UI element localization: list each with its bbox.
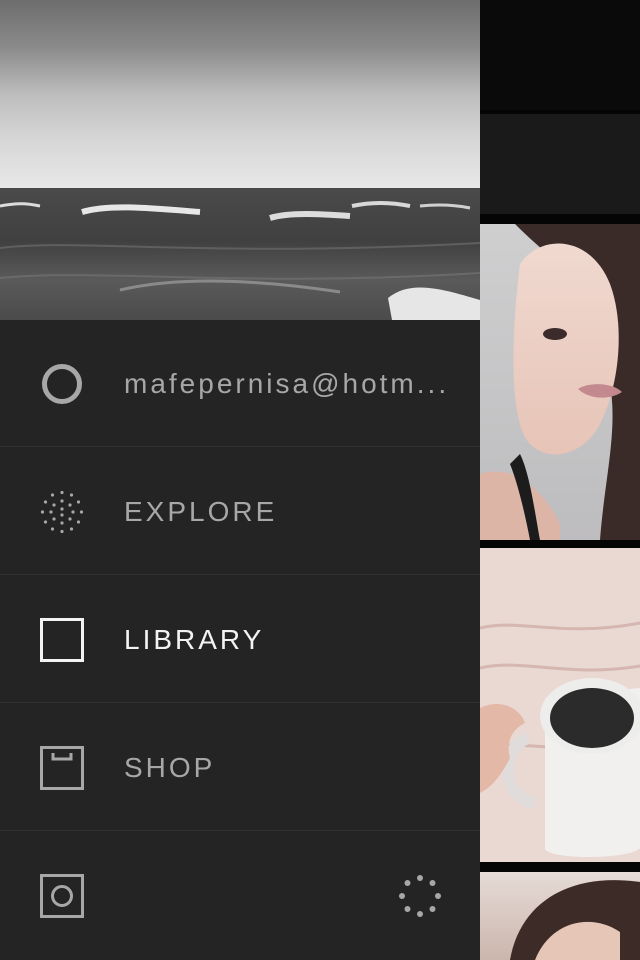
header-sea	[0, 188, 480, 320]
account-circle-icon	[40, 362, 84, 406]
feed-item-dark-2[interactable]	[480, 114, 640, 214]
nav-label-explore: EXPLORE	[124, 496, 278, 527]
account-email: mafepernisa@hotm...	[124, 368, 450, 399]
nav-item-library[interactable]: LIBRARY	[0, 576, 480, 703]
nav-item-explore[interactable]: EXPLORE	[0, 448, 480, 575]
photo-feed[interactable]	[480, 0, 640, 960]
header-sky	[0, 0, 480, 188]
feed-photo-coffee[interactable]	[480, 548, 640, 862]
app: mafepernisa@hotm... EXPLORE LIBRARY SHOP	[0, 0, 640, 960]
feed-photo-portrait-2[interactable]	[480, 872, 640, 960]
camera-icon[interactable]	[40, 874, 84, 918]
feed-photo-portrait[interactable]	[480, 224, 640, 540]
shop-box-icon	[40, 746, 84, 790]
nav-label-shop: SHOP	[124, 752, 216, 783]
nav-item-shop[interactable]: SHOP	[0, 704, 480, 831]
library-square-icon	[40, 618, 84, 662]
profile-header-photo	[0, 0, 480, 320]
loading-spinner-icon	[398, 874, 442, 918]
drawer-bottom-bar	[0, 832, 480, 960]
account-row[interactable]: mafepernisa@hotm...	[0, 320, 480, 447]
nav-label-library: LIBRARY	[124, 624, 265, 655]
feed-item-dark[interactable]	[480, 0, 640, 110]
side-drawer: mafepernisa@hotm... EXPLORE LIBRARY SHOP	[0, 0, 480, 960]
explore-dots-icon	[40, 490, 84, 534]
